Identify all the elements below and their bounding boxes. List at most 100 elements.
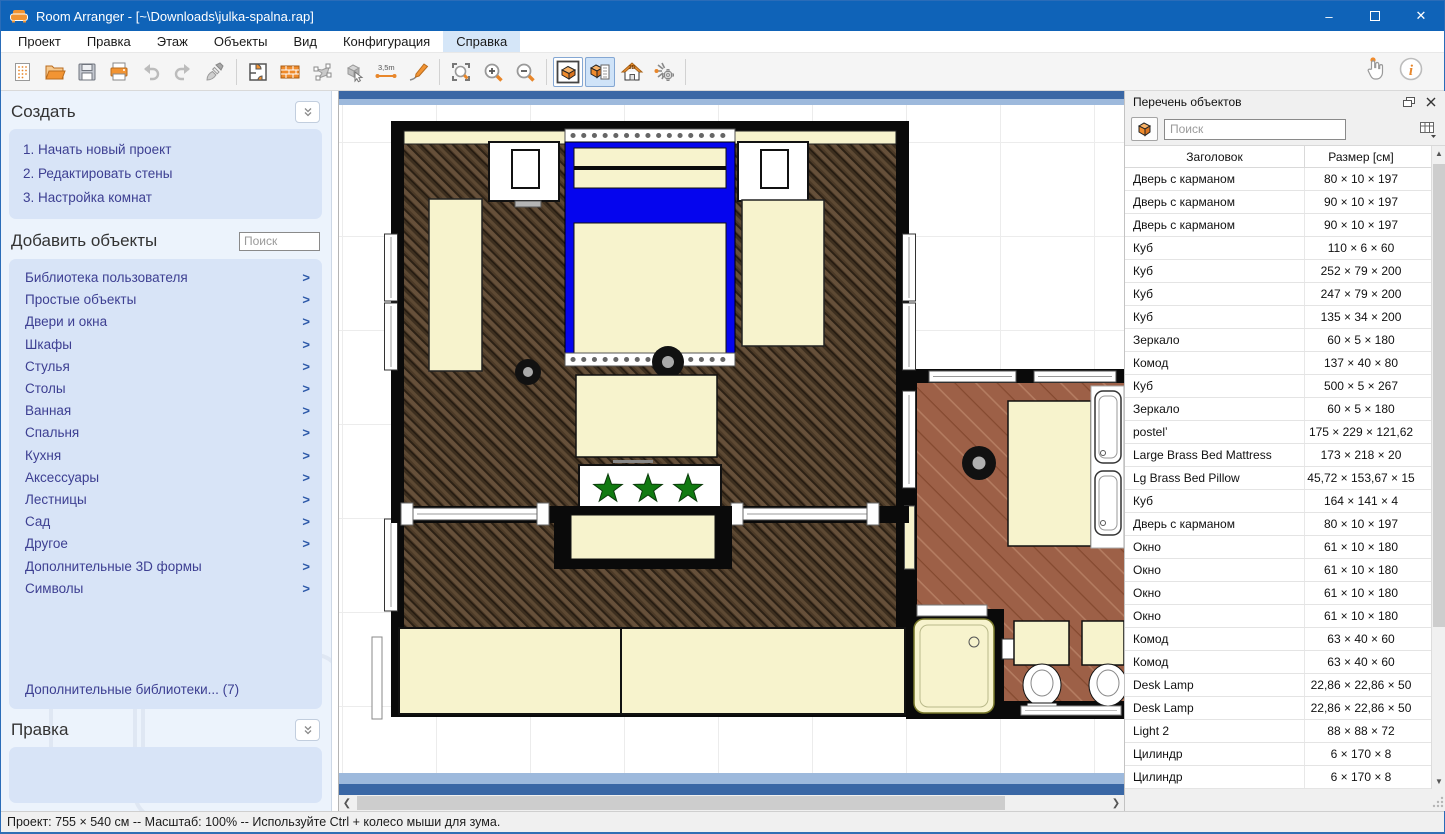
table-row[interactable]: Куб 164 × 141 × 4 bbox=[1125, 490, 1445, 513]
table-row[interactable]: Зеркало 60 × 5 × 180 bbox=[1125, 398, 1445, 421]
object-category-item[interactable]: Спальня > bbox=[25, 422, 312, 444]
object-category-item[interactable]: Лестницы > bbox=[25, 489, 312, 511]
table-row[interactable]: Desk Lamp 22,86 × 22,86 × 50 bbox=[1125, 674, 1445, 697]
bed-mattress[interactable] bbox=[573, 222, 727, 354]
new-project-button[interactable] bbox=[8, 57, 38, 87]
object-category-item[interactable]: Кухня > bbox=[25, 445, 312, 467]
desk[interactable] bbox=[575, 374, 718, 458]
zoom-out-button[interactable] bbox=[510, 57, 540, 87]
sink[interactable] bbox=[1094, 470, 1122, 536]
resize-grip-icon[interactable] bbox=[1432, 796, 1444, 808]
maximize-button[interactable] bbox=[1352, 1, 1398, 31]
create-step-link[interactable]: 1. Начать новый проект bbox=[23, 138, 308, 162]
horizontal-scroll-thumb[interactable] bbox=[357, 796, 1005, 810]
table-row[interactable]: Куб 252 × 79 × 200 bbox=[1125, 260, 1445, 283]
window[interactable] bbox=[902, 302, 916, 371]
table-row[interactable]: postelʼ 175 × 229 × 121,62 bbox=[1125, 421, 1445, 444]
menu-item[interactable]: Объекты bbox=[201, 31, 281, 52]
table-row[interactable]: Large Brass Bed Mattress 173 × 218 × 20 bbox=[1125, 444, 1445, 467]
brass-bed[interactable] bbox=[564, 128, 736, 367]
door-leaf[interactable] bbox=[371, 636, 383, 720]
bottom-wardrobe-left[interactable] bbox=[398, 627, 622, 715]
close-panel-icon[interactable] bbox=[1422, 94, 1440, 110]
object-category-item[interactable]: Шкафы > bbox=[25, 334, 312, 356]
table-header[interactable]: Заголовок Размер [см] bbox=[1125, 146, 1445, 168]
create-step-link[interactable]: 3. Настройка комнат bbox=[23, 186, 308, 210]
shower[interactable] bbox=[906, 604, 1004, 719]
menu-item[interactable]: Справка bbox=[443, 31, 521, 52]
stool[interactable] bbox=[652, 346, 684, 378]
zoom-fit-button[interactable] bbox=[446, 57, 476, 87]
table-row[interactable]: Комод 63 × 40 × 60 bbox=[1125, 628, 1445, 651]
view-3d-button[interactable] bbox=[553, 56, 583, 87]
floorplan-canvas[interactable] bbox=[339, 105, 1124, 773]
table-row[interactable]: Окно 61 × 10 × 180 bbox=[1125, 536, 1445, 559]
window[interactable] bbox=[928, 370, 1017, 383]
sink[interactable] bbox=[1094, 390, 1122, 464]
vertical-scroll-thumb[interactable] bbox=[1433, 164, 1445, 627]
table-row[interactable]: Дверь с карманом 90 × 10 × 197 bbox=[1125, 214, 1445, 237]
zoom-in-button[interactable] bbox=[478, 57, 508, 87]
window[interactable] bbox=[902, 233, 916, 302]
float-panel-icon[interactable] bbox=[1400, 94, 1418, 110]
object-category-item[interactable]: Стулья > bbox=[25, 356, 312, 378]
scroll-left-arrow[interactable]: ❮ bbox=[339, 795, 355, 811]
window[interactable] bbox=[742, 507, 876, 521]
object-category-item[interactable]: Простые объекты > bbox=[25, 289, 312, 311]
object-category-item[interactable]: Столы > bbox=[25, 378, 312, 400]
undo-button[interactable] bbox=[136, 57, 166, 87]
window[interactable] bbox=[412, 507, 546, 521]
menu-item[interactable]: Этаж bbox=[144, 31, 201, 52]
edit-points-button[interactable] bbox=[307, 57, 337, 87]
table-row[interactable]: Цилиндр 6 × 170 × 8 bbox=[1125, 766, 1445, 789]
nightstand-right[interactable] bbox=[737, 141, 809, 208]
object-category-item[interactable]: Сад > bbox=[25, 511, 312, 533]
object-category-item[interactable]: Другое > bbox=[25, 533, 312, 555]
window[interactable] bbox=[384, 233, 398, 302]
object-category-item[interactable]: Символы > bbox=[25, 578, 312, 600]
draw-button[interactable] bbox=[403, 57, 433, 87]
pocket-door[interactable] bbox=[902, 390, 916, 489]
format-brush-button[interactable] bbox=[200, 57, 230, 87]
edit-walls-button[interactable] bbox=[243, 57, 273, 87]
add-object-button[interactable] bbox=[339, 57, 369, 87]
table-row[interactable]: Куб 135 × 34 × 200 bbox=[1125, 306, 1445, 329]
column-header-size[interactable]: Размер [см] bbox=[1305, 150, 1417, 164]
print-button[interactable] bbox=[104, 57, 134, 87]
vertical-scrollbar[interactable]: ▲ ▼ bbox=[1431, 146, 1445, 789]
table-row[interactable]: Окно 61 × 10 × 180 bbox=[1125, 559, 1445, 582]
more-libraries-link[interactable]: Дополнительные библиотеки... (7) bbox=[25, 668, 312, 697]
object-search-input[interactable] bbox=[239, 231, 320, 251]
object-category-item[interactable]: Аксессуары > bbox=[25, 467, 312, 489]
scroll-right-arrow[interactable]: ❯ bbox=[1108, 795, 1124, 811]
object-3d-filter-button[interactable] bbox=[1131, 117, 1158, 141]
table-row[interactable]: Desk Lamp 22,86 × 22,86 × 50 bbox=[1125, 697, 1445, 720]
walkthrough-button[interactable] bbox=[649, 57, 679, 87]
hand-pointer-icon[interactable] bbox=[1364, 56, 1386, 87]
collapse-edit-button[interactable] bbox=[295, 719, 320, 741]
table-row[interactable]: Дверь с карманом 80 × 10 × 197 bbox=[1125, 168, 1445, 191]
create-step-link[interactable]: 2. Редактировать стены bbox=[23, 162, 308, 186]
table-row[interactable]: Окно 61 × 10 × 180 bbox=[1125, 582, 1445, 605]
stool[interactable] bbox=[515, 359, 541, 385]
collapse-create-button[interactable] bbox=[295, 101, 320, 123]
menu-item[interactable]: Конфигурация bbox=[330, 31, 443, 52]
object-category-item[interactable]: Двери и окна > bbox=[25, 311, 312, 333]
table-row[interactable]: Куб 247 × 79 × 200 bbox=[1125, 283, 1445, 306]
table-row[interactable]: Куб 500 × 5 × 267 bbox=[1125, 375, 1445, 398]
scroll-down-arrow[interactable]: ▼ bbox=[1432, 774, 1445, 789]
bathroom-cabinet[interactable] bbox=[1007, 400, 1092, 547]
object-category-item[interactable]: Библиотека пользователя > bbox=[25, 267, 312, 289]
wardrobe-left[interactable] bbox=[428, 198, 483, 372]
redo-button[interactable] bbox=[168, 57, 198, 87]
plant-shelf[interactable] bbox=[578, 464, 722, 512]
table-row[interactable]: Lg Brass Bed Pillow 45,72 × 153,67 × 15 bbox=[1125, 467, 1445, 490]
column-header-title[interactable]: Заголовок bbox=[1125, 146, 1305, 167]
niche-table[interactable] bbox=[570, 514, 716, 560]
scroll-up-arrow[interactable]: ▲ bbox=[1432, 146, 1445, 161]
object-category-item[interactable]: Дополнительные 3D формы > bbox=[25, 556, 312, 578]
table-row[interactable]: Дверь с карманом 80 × 10 × 197 bbox=[1125, 513, 1445, 536]
open-button[interactable] bbox=[40, 57, 70, 87]
window[interactable] bbox=[384, 518, 398, 612]
table-row[interactable]: Окно 61 × 10 × 180 bbox=[1125, 605, 1445, 628]
